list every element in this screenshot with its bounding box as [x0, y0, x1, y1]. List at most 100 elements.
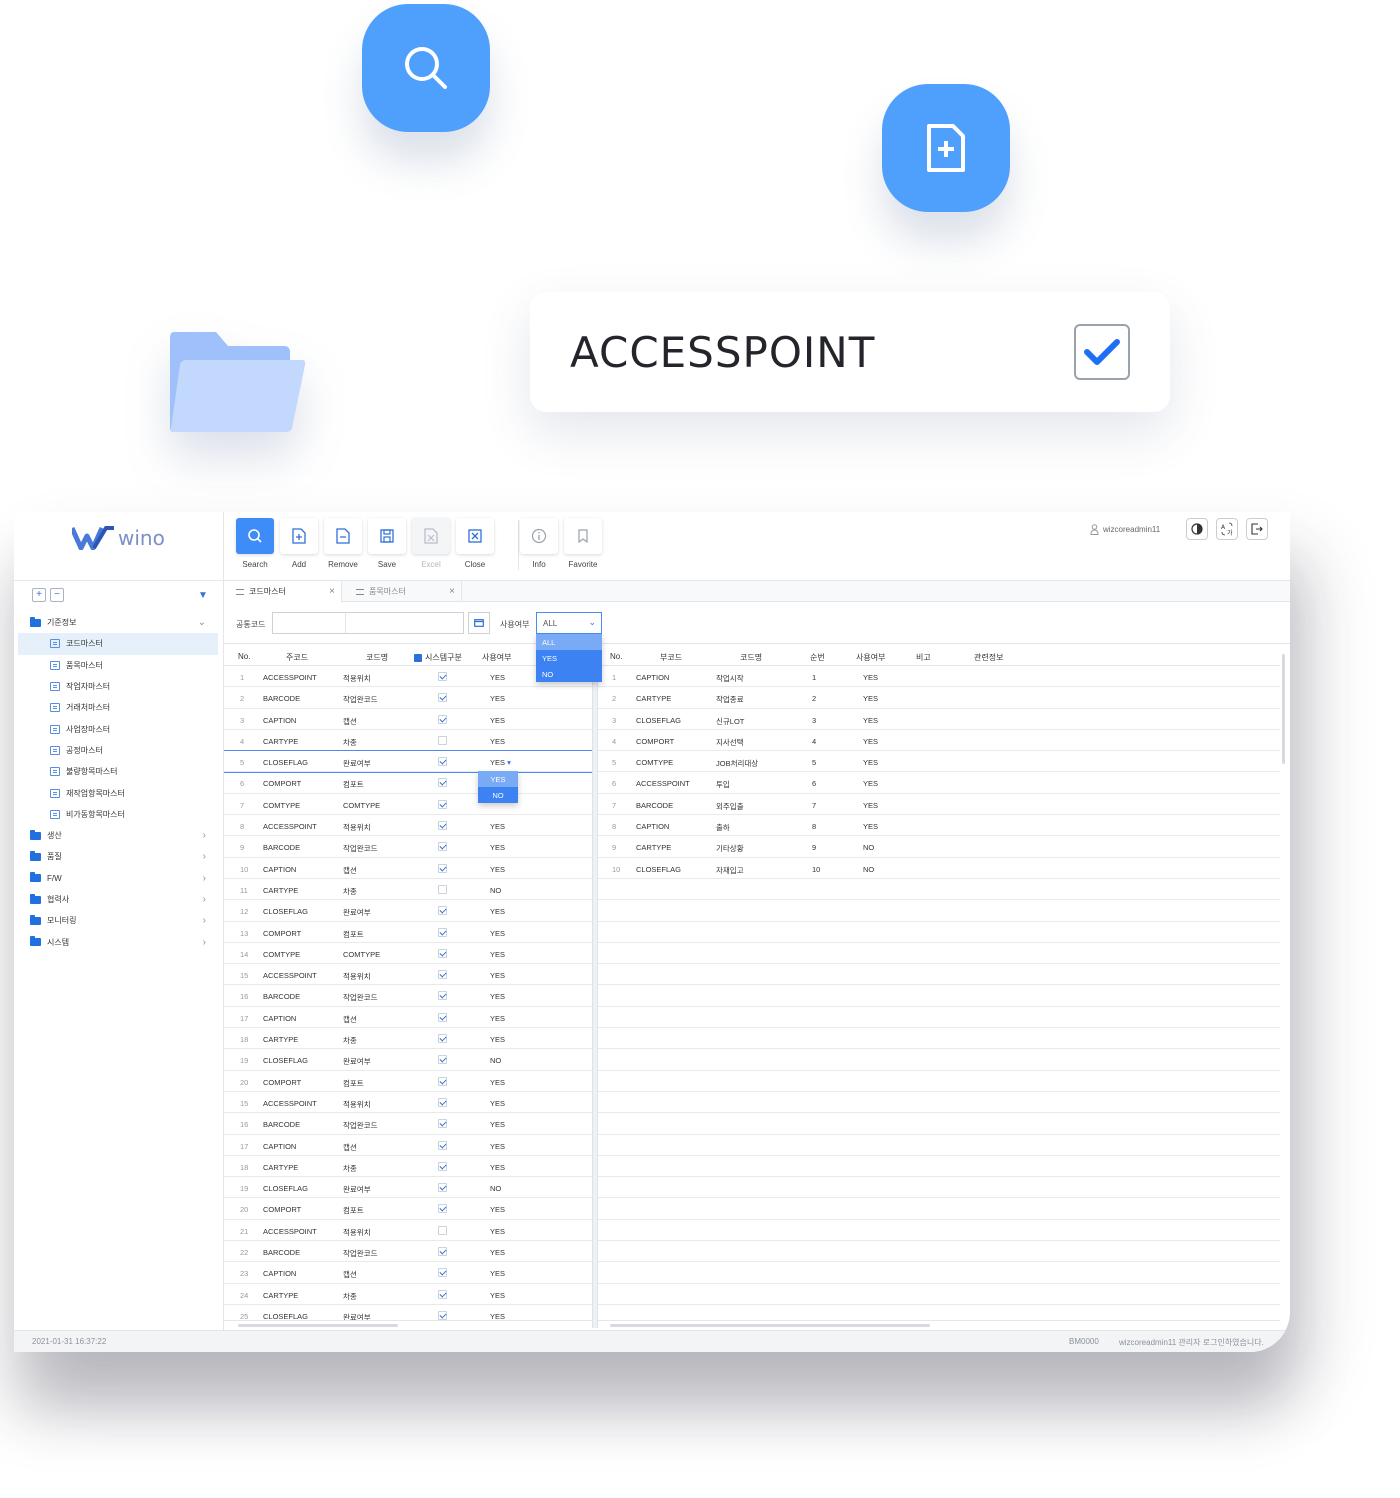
sidebar-folder[interactable]: 시스템 › — [18, 931, 218, 952]
sidebar-folder[interactable]: 협력사 › — [18, 889, 218, 910]
excel-button[interactable]: Excel — [412, 518, 450, 569]
col-main-code[interactable]: 주코드 — [286, 652, 308, 663]
collapse-all-button[interactable]: − — [50, 588, 64, 602]
close-icon[interactable]: × — [449, 586, 455, 597]
table-row[interactable]: 4 CARTYPE 차종 YES — [224, 730, 592, 752]
sidebar-item[interactable]: 불량항목마스터 — [18, 761, 218, 782]
system-checkbox[interactable] — [438, 672, 447, 681]
system-checkbox[interactable] — [438, 714, 447, 724]
system-checkbox[interactable] — [438, 1268, 447, 1278]
system-checkbox[interactable] — [438, 1076, 447, 1086]
system-checkbox[interactable] — [438, 1097, 447, 1107]
table-row[interactable]: 6 COMPORT 컴포트 — [224, 772, 592, 794]
table-row[interactable]: 19 CLOSEFLAG 완료여부 NO — [224, 1049, 592, 1071]
col-use[interactable]: 사용여부 — [856, 652, 885, 663]
system-checkbox[interactable] — [438, 693, 447, 703]
system-checkbox[interactable] — [438, 735, 447, 745]
table-row[interactable]: 3 CLOSEFLAG 신규LOT 3 YES — [598, 709, 1280, 730]
sidebar-item[interactable]: 사업장마스터 — [18, 718, 218, 739]
use-yn-select[interactable]: ALL ⌄ — [536, 612, 602, 634]
col-remark[interactable]: 비고 — [916, 652, 931, 663]
table-row[interactable]: 18 CARTYPE 차종 YES — [224, 1028, 592, 1050]
table-row[interactable]: 6 ACCESSPOINT 투입 6 YES — [598, 772, 1280, 794]
sidebar-item[interactable]: 비가동항목마스터 — [18, 804, 218, 825]
search-button[interactable]: Search — [236, 518, 274, 569]
tree-root[interactable]: 기준정보 ⌄ — [18, 612, 218, 633]
table-row[interactable]: 16 BARCODE 작업완코드 YES — [224, 1113, 592, 1135]
dropdown-option[interactable]: YES — [536, 650, 602, 666]
table-row[interactable]: 2 BARCODE 작업완코드 YES — [224, 687, 592, 709]
table-row[interactable]: 10 CAPTION 캡션 YES — [224, 858, 592, 879]
system-checkbox[interactable] — [438, 842, 447, 852]
table-row[interactable]: 10 CLOSEFLAG 자재입고 10 NO — [598, 858, 1280, 879]
table-row[interactable]: 19 CLOSEFLAG 완료여부 NO — [224, 1177, 592, 1199]
favorite-button[interactable]: Favorite — [564, 518, 602, 569]
system-checkbox[interactable] — [438, 970, 447, 980]
col-use[interactable]: 사용여부 — [482, 652, 511, 663]
table-row[interactable]: 20 COMPORT 컴포트 YES — [224, 1071, 592, 1092]
system-checkbox[interactable] — [438, 778, 447, 788]
sidebar-item[interactable]: 품목마스터 — [18, 655, 218, 676]
system-checkbox[interactable] — [438, 1161, 447, 1171]
table-row[interactable]: 13 COMPORT 컴포트 YES — [224, 922, 592, 943]
system-checkbox[interactable] — [438, 948, 447, 958]
dropdown-option[interactable]: YES — [478, 771, 518, 787]
col-related-info[interactable]: 관련정보 — [974, 652, 1003, 663]
expand-all-button[interactable]: + — [32, 588, 46, 602]
col-seq[interactable]: 순번 — [810, 652, 825, 663]
dropdown-option[interactable]: NO — [478, 787, 518, 803]
sidebar-folder[interactable]: 모니터링 › — [18, 910, 218, 931]
accesspoint-checkbox[interactable] — [1074, 324, 1130, 380]
table-row[interactable]: 16 BARCODE 작업완코드 YES — [224, 985, 592, 1007]
system-checkbox[interactable] — [438, 1289, 447, 1299]
add-button[interactable]: Add — [280, 518, 318, 569]
system-checkbox[interactable] — [438, 927, 447, 937]
col-code-name[interactable]: 코드명 — [740, 652, 762, 663]
left-horizontal-scrollbar[interactable] — [224, 1320, 592, 1330]
system-checkbox[interactable] — [438, 906, 447, 916]
sidebar-item[interactable]: 작업자마스터 — [18, 676, 218, 697]
table-row[interactable]: 15 ACCESSPOINT 적용위치 YES — [224, 1092, 592, 1114]
sidebar-folder[interactable]: F/W › — [18, 868, 218, 889]
system-checkbox[interactable] — [438, 1204, 447, 1214]
system-checkbox[interactable] — [438, 757, 447, 767]
table-row[interactable]: 23 CAPTION 캡션 YES — [224, 1262, 592, 1284]
table-row[interactable]: 2 CARTYPE 작업종료 2 YES — [598, 687, 1280, 709]
close-button[interactable]: Close — [456, 518, 494, 569]
system-checkbox[interactable] — [438, 1183, 447, 1193]
info-button[interactable]: Info — [520, 518, 558, 569]
pin-icon[interactable]: ▼ — [198, 590, 208, 601]
table-row[interactable]: 7 COMTYPE COMTYPE — [224, 794, 592, 816]
sidebar-item[interactable]: 거래처마스터 — [18, 697, 218, 718]
sidebar-folder[interactable]: 생산 › — [18, 825, 218, 846]
col-system[interactable]: 시스템구분 — [414, 652, 462, 663]
table-row[interactable]: 8 CAPTION 출하 8 YES — [598, 815, 1280, 837]
code-lookup-button[interactable] — [468, 612, 490, 634]
table-row[interactable]: 21 ACCESSPOINT 적용위치 YES — [224, 1220, 592, 1242]
table-row[interactable]: 3 CAPTION 캡션 YES — [224, 709, 592, 730]
table-row[interactable]: 5 COMTYPE JOB처리대상 5 YES — [598, 751, 1280, 773]
user-info[interactable]: wizcoreadmin11 — [1090, 524, 1160, 535]
sidebar-item[interactable]: 재작업항목마스터 — [18, 782, 218, 803]
table-row[interactable]: 22 BARCODE 작업완코드 YES — [224, 1241, 592, 1263]
col-sub-code[interactable]: 부코드 — [660, 652, 682, 663]
sidebar-item[interactable]: 공정마스터 — [18, 740, 218, 761]
table-row[interactable]: 17 CAPTION 캡션 YES — [224, 1007, 592, 1029]
logout-button[interactable] — [1246, 518, 1268, 540]
table-row[interactable]: 9 BARCODE 작업완코드 YES — [224, 836, 592, 858]
sidebar-item[interactable]: 코드마스터 — [18, 633, 218, 655]
col-code-name[interactable]: 코드명 — [366, 652, 388, 663]
remove-button[interactable]: Remove — [324, 518, 362, 569]
tab-code-master[interactable]: 코드마스터 × — [224, 581, 342, 602]
system-checkbox[interactable] — [438, 1247, 447, 1257]
header-checkbox[interactable] — [414, 653, 422, 662]
save-button[interactable]: Save — [368, 518, 406, 569]
translate-button[interactable]: A가 — [1216, 518, 1238, 540]
table-row[interactable]: 17 CAPTION 캡션 YES — [224, 1135, 592, 1156]
system-checkbox[interactable] — [438, 1225, 447, 1235]
system-checkbox[interactable] — [438, 821, 447, 831]
system-checkbox[interactable] — [438, 1034, 447, 1044]
table-row[interactable]: 11 CARTYPE 차종 NO — [224, 879, 592, 901]
table-row[interactable]: 20 COMPORT 컴포트 YES — [224, 1198, 592, 1220]
table-row[interactable]: 25 CLOSEFLAG 완료여부 YES — [224, 1305, 592, 1320]
